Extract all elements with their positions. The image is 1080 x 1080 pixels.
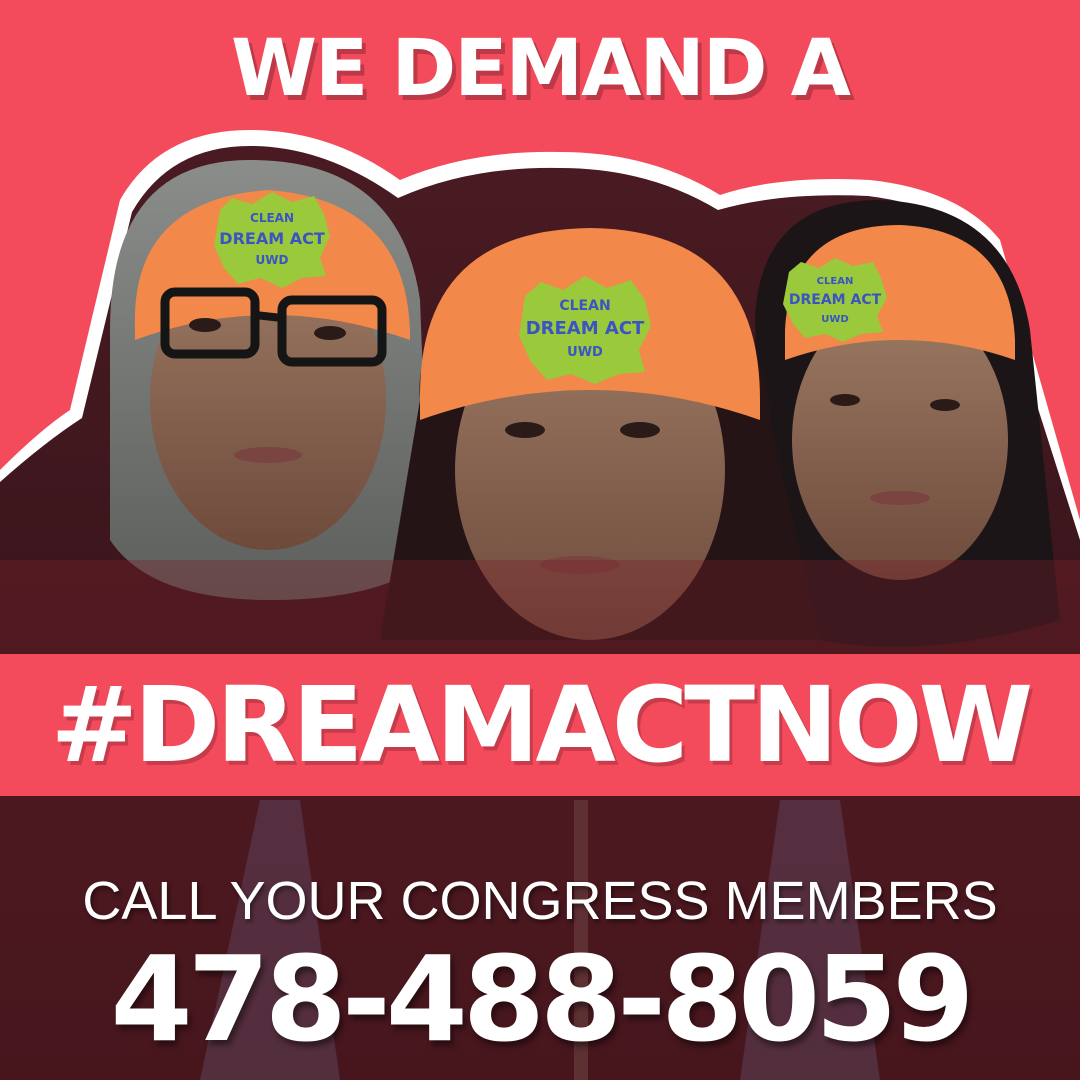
hat-patch-right-top: CLEAN <box>817 276 854 287</box>
campaign-poster: WE DEMAND A CLEAN DREAM ACT UWD CLEAN DR… <box>0 0 1080 1080</box>
hashtag-text: #DREAMACTNOW <box>50 664 1034 786</box>
call-to-action: CALL YOUR CONGRESS MEMBERS <box>82 871 998 931</box>
hat-patch-left-mid: DREAM ACT <box>219 229 325 248</box>
phone-number: 478-488-8059 <box>110 930 975 1068</box>
hat-patch-left-bottom: UWD <box>256 253 289 267</box>
hat-patch-right-bottom: UWD <box>821 314 848 325</box>
hat-patch-right-mid: DREAM ACT <box>789 292 882 308</box>
hat-patch-right: CLEAN DREAM ACT UWD <box>783 258 887 342</box>
hat-patch-center-top: CLEAN <box>559 298 610 314</box>
hat-patch-center-mid: DREAM ACT <box>526 318 645 339</box>
hat-patch-left-top: CLEAN <box>250 211 294 225</box>
hat-patch-left: CLEAN DREAM ACT UWD <box>214 192 330 288</box>
hat-patch-center: CLEAN DREAM ACT UWD <box>519 276 651 384</box>
hat-patch-center-bottom: UWD <box>567 345 603 360</box>
